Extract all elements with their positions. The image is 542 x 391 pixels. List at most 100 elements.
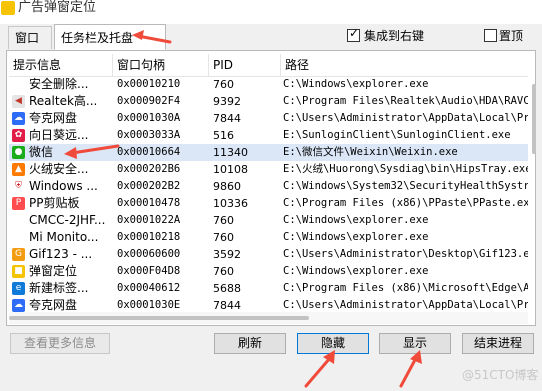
app-icon	[1, 1, 15, 15]
table-row[interactable]: G Gif123 - ... 0x00060600 3592 C:\Users\Admi…	[9, 246, 528, 263]
row-tip-cell: 安全删除...	[29, 77, 89, 91]
row-path-cell: E:\SunloginClient\SunloginClient.exe	[283, 129, 511, 141]
row-tip-cell: CMCC-2JHF...	[29, 213, 106, 227]
row-hwnd-cell: 0x00010664	[117, 146, 181, 158]
row-hwnd-cell: 0x0003033A	[117, 129, 181, 141]
column-header-hwnd[interactable]: 窗口句柄	[113, 54, 209, 76]
row-pid-cell: 760	[213, 231, 234, 244]
row-hwnd-cell: 0x00040612	[117, 282, 181, 294]
row-tip-cell: 微信	[29, 145, 54, 159]
merge-right-key-checkbox[interactable]: ✓	[347, 26, 360, 42]
row-pid-cell: 9860	[213, 180, 241, 193]
column-header-pid[interactable]: PID	[209, 54, 281, 76]
row-tip-cell: 夸克网盘	[29, 111, 78, 125]
table-row[interactable]: P PP剪贴板 0x00010478 10336 C:\Program Files (x…	[9, 195, 528, 212]
row-tip-cell: Windows ...	[29, 179, 98, 193]
row-path-cell: C:\Windows\explorer.exe	[283, 78, 429, 90]
row-hwnd-cell: 0x000902F4	[117, 95, 181, 107]
table-row[interactable]: CMCC-2JHF... 0x0001022A 760 C:\Windows\expl…	[9, 212, 528, 229]
always-on-top-checkbox[interactable]	[484, 29, 497, 42]
table-body: 安全删除... 0x00010210 760 C:\Windows\explorer.…	[9, 76, 528, 312]
row-pid-cell: 7844	[213, 299, 241, 312]
table-row[interactable]: e 新建标签... 0x00040612 5688 C:\Program Files (…	[9, 280, 528, 297]
row-path-cell: C:\Windows\explorer.exe	[283, 214, 429, 226]
watermark: @51CTO博客	[462, 368, 539, 382]
row-pid-cell: 5688	[213, 282, 241, 295]
row-hwnd-cell: 0x00060600	[117, 248, 181, 260]
tab-bar: 窗口 任务栏及托盘 ✓ 集成到右键 置顶	[0, 24, 542, 50]
row-path-cell: E:\火绒\Huorong\Sysdiag\bin\HipsTray.exe	[283, 163, 528, 175]
row-pid-cell: 760	[213, 78, 234, 91]
horizontal-scrollbar[interactable]	[9, 312, 528, 324]
row-hwnd-cell: 0x00010210	[117, 78, 181, 90]
row-pid-cell: 760	[213, 265, 234, 278]
row-pid-cell: 3592	[213, 248, 241, 261]
window-title: 广告弹窗定位	[18, 0, 97, 15]
table-row[interactable]: ⛨ Windows ... 0x000202B2 9860 C:\Windows\Sys…	[9, 178, 528, 195]
always-on-top-label[interactable]: 置顶	[499, 27, 523, 44]
row-tip-cell: Realtek高...	[29, 94, 98, 108]
row-tip-cell: 夸克网盘	[29, 298, 78, 312]
row-pid-cell: 10336	[213, 197, 248, 210]
row-hwnd-cell: 0x000202B2	[117, 180, 181, 192]
table-row[interactable]: ☁ 夸克网盘 0x0001030A 7844 C:\Users\Administrato…	[9, 110, 528, 127]
row-path-cell: C:\Users\Administrator\Desktop\Gif123.ex…	[283, 248, 528, 260]
table-row[interactable]: Mi Monito... 0x00010218 760 C:\Windows\expl…	[9, 229, 528, 246]
row-tip-cell: Mi Monito...	[29, 230, 99, 244]
vertical-scrollbar[interactable]	[528, 54, 542, 312]
horizontal-scroll-thumb[interactable]	[9, 316, 309, 320]
row-hwnd-cell: 0x00010478	[117, 197, 181, 209]
row-pid-cell: 10108	[213, 163, 248, 176]
row-tip-cell: 弹窗定位	[29, 264, 78, 278]
row-path-cell: C:\Windows\System32\SecurityHealthSystra…	[283, 180, 528, 192]
merge-right-key-label[interactable]: 集成到右键	[364, 27, 424, 44]
row-tip-cell: 新建标签...	[29, 281, 89, 295]
table-row[interactable]: ◀ Realtek高... 0x000902F4 9392 C:\Program Fil…	[9, 93, 528, 110]
table-row[interactable]: ▲ 火绒安全... 0x000202B6 10108 E:\火绒\Huorong\Sys…	[9, 161, 528, 178]
row-path-cell: C:\Program Files\Realtek\Audio\HDA\RAVCp…	[283, 95, 528, 107]
row-tip-cell: Gif123 - ...	[29, 247, 93, 261]
table-header: 提示信息 窗口句柄 PID 路径	[9, 54, 528, 77]
row-hwnd-cell: 0x0001022A	[117, 214, 181, 226]
more-info-button[interactable]: 查看更多信息	[10, 333, 110, 354]
table-row[interactable]: ● 微信 0x00010664 11340 E:\微信文件\Weixin\Weixin.…	[9, 144, 528, 161]
row-pid-cell: 7844	[213, 112, 241, 125]
hide-button[interactable]: 隐藏	[297, 333, 369, 354]
arrow-annotation-hide	[304, 350, 335, 388]
row-path-cell: C:\Program Files (x86)\PPaste\PPaste.exe	[283, 197, 528, 209]
tab-window[interactable]: 窗口	[8, 26, 52, 49]
row-path-cell: C:\Windows\explorer.exe	[283, 265, 429, 277]
vertical-scroll-thumb[interactable]	[532, 84, 536, 154]
row-pid-cell: 760	[213, 214, 234, 227]
show-button[interactable]: 显示	[379, 333, 451, 354]
column-header-path[interactable]: 路径	[281, 54, 528, 76]
row-path-cell: C:\Users\Administrator\AppData\Local\Pr	[283, 112, 528, 124]
tab-taskbar-tray[interactable]: 任务栏及托盘	[54, 24, 166, 50]
row-hwnd-cell: 0x00010218	[117, 231, 181, 243]
check-icon: ✓	[349, 26, 360, 40]
row-pid-cell: 11340	[213, 146, 248, 159]
table-row[interactable]: 安全删除... 0x00010210 760 C:\Windows\explorer.…	[9, 76, 528, 93]
row-path-cell: C:\Users\Administrator\AppData\Local\Pr	[283, 299, 528, 311]
table-row[interactable]: ☁ 夸克网盘 0x0001030E 7844 C:\Users\Administrato…	[9, 297, 528, 312]
refresh-button[interactable]: 刷新	[214, 333, 286, 354]
arrow-annotation-show	[399, 350, 422, 388]
table-row[interactable]: ✿ 向日葵远... 0x0003033A 516 E:\SunloginClient\S…	[9, 127, 528, 144]
row-path-cell: C:\Program Files (x86)\Microsoft\Edge\Ap…	[283, 282, 528, 294]
row-tip-cell: 向日葵远...	[29, 128, 89, 142]
row-pid-cell: 516	[213, 129, 234, 142]
title-bar: 广告弹窗定位	[0, 0, 542, 24]
row-path-cell: C:\Windows\explorer.exe	[283, 231, 429, 243]
row-hwnd-cell: 0x0001030A	[117, 112, 181, 124]
row-hwnd-cell: 0x0001030E	[117, 299, 181, 311]
row-path-cell: E:\微信文件\Weixin\Weixin.exe	[283, 146, 458, 158]
row-hwnd-cell: 0x000202B6	[117, 163, 181, 175]
process-table: 提示信息 窗口句柄 PID 路径 安全删除... 0x00010210 760 C:\…	[9, 54, 528, 312]
table-row[interactable]: ■ 弹窗定位 0x000F04D8 760 C:\Windows\explorer.ex…	[9, 263, 528, 280]
column-header-tip[interactable]: 提示信息	[9, 54, 113, 76]
row-tip-cell: 火绒安全...	[29, 162, 89, 176]
kill-process-button[interactable]: 结束进程	[462, 333, 534, 354]
row-pid-cell: 9392	[213, 95, 241, 108]
row-hwnd-cell: 0x000F04D8	[117, 265, 181, 277]
row-tip-cell: PP剪贴板	[29, 196, 80, 210]
